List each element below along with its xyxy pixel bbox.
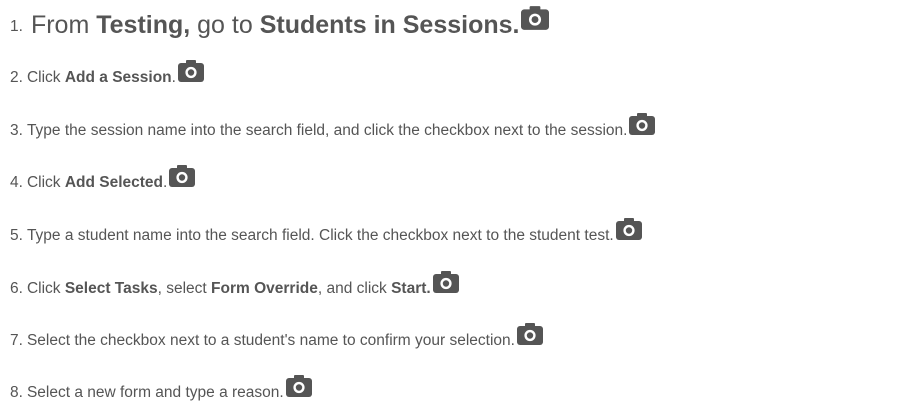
step-number: 4. — [10, 174, 23, 191]
step-number: 1. — [10, 18, 23, 35]
step-1: 1. From Testing, go to Students in Sessi… — [10, 6, 550, 40]
step-text-part: . — [163, 174, 168, 191]
step-text-part: Add a Session — [64, 69, 172, 86]
camera-icon[interactable] — [169, 165, 196, 187]
camera-icon[interactable] — [629, 113, 656, 135]
step-text: Type the session name into the search fi… — [27, 121, 628, 141]
step-text-part: , and click — [317, 280, 392, 297]
step-5: 5. Type a student name into the search f… — [10, 218, 642, 246]
step-number: 3. — [10, 122, 23, 139]
step-8: 8. Select a new form and type a reason. — [10, 375, 312, 403]
instruction-steps: 1. From Testing, go to Students in Sessi… — [0, 0, 903, 413]
step-text-part: Select a new form and type a reason. — [26, 384, 284, 401]
step-text: From Testing, go to Students in Sessions… — [31, 10, 520, 40]
step-text-part: Select the checkbox next to a student's … — [26, 332, 515, 349]
camera-icon[interactable] — [521, 6, 550, 30]
step-text-part: Students in Sessions. — [259, 11, 520, 39]
camera-icon[interactable] — [285, 375, 312, 397]
step-text: Select the checkbox next to a student's … — [27, 331, 515, 351]
step-3: 3. Type the session name into the search… — [10, 113, 656, 141]
step-text-part: Testing, — [96, 11, 191, 39]
step-text-part: go to — [190, 11, 260, 39]
step-2: 2. Click Add a Session. — [10, 60, 204, 88]
step-text-part: Click — [26, 280, 65, 297]
step-4: 4. Click Add Selected. — [10, 165, 196, 193]
step-text-part: , select — [157, 280, 212, 297]
camera-icon[interactable] — [615, 218, 642, 240]
step-text-part: Select Tasks — [64, 280, 158, 297]
step-number: 2. — [10, 69, 23, 86]
step-number: 7. — [10, 332, 23, 349]
camera-icon[interactable] — [432, 271, 459, 293]
step-text: Click Add Selected. — [27, 173, 167, 193]
step-number: 8. — [10, 384, 23, 401]
step-text-part: From — [30, 11, 97, 39]
step-text-part: Click — [26, 69, 65, 86]
step-number: 5. — [10, 227, 23, 244]
step-text-part: Click — [26, 174, 65, 191]
step-text-part: . — [171, 69, 176, 86]
camera-icon[interactable] — [516, 323, 543, 345]
step-number: 6. — [10, 280, 23, 297]
step-text-part: Start. — [391, 280, 431, 297]
step-text-part: Add Selected — [64, 174, 164, 191]
step-text-part: Type a student name into the search fiel… — [26, 227, 614, 244]
camera-icon[interactable] — [177, 60, 204, 82]
step-7: 7. Select the checkbox next to a student… — [10, 323, 543, 351]
step-text-part: Form Override — [211, 280, 318, 297]
step-6: 6. Click Select Tasks, select Form Overr… — [10, 271, 459, 299]
step-text-part: Type the session name into the search fi… — [26, 122, 628, 139]
step-text: Click Add a Session. — [27, 68, 176, 88]
step-text: Type a student name into the search fiel… — [27, 226, 614, 246]
step-text: Select a new form and type a reason. — [27, 383, 284, 403]
step-text: Click Select Tasks, select Form Override… — [27, 279, 431, 299]
